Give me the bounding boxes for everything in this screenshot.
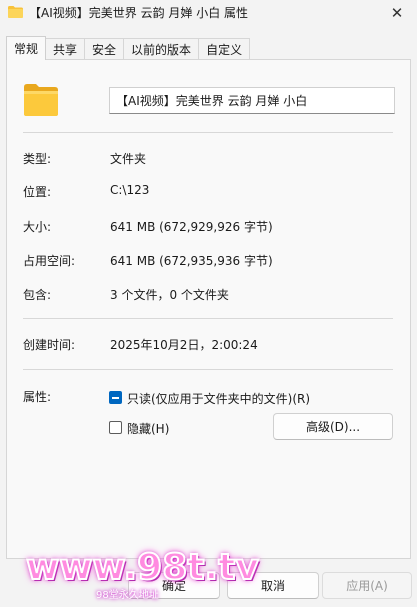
hidden-label[interactable]: 隐藏(H)	[127, 420, 169, 437]
tab-strip: 常规 共享 安全 以前的版本 自定义	[6, 36, 251, 60]
general-panel: 【AI视频】完美世界 云韵 月婵 小白 类型: 文件夹 位置: C:\123 大…	[6, 59, 411, 559]
readonly-label[interactable]: 只读(仅应用于文件夹中的文件)(R)	[127, 390, 310, 407]
folder-large-icon	[24, 84, 58, 116]
watermark-subtext: 98堂永久地址	[96, 590, 159, 601]
attributes-label: 属性:	[23, 390, 52, 404]
disk-size-label: 占用空间:	[23, 254, 76, 268]
tab-sharing[interactable]: 共享	[45, 38, 86, 60]
advanced-button-label: 高级(D)...	[305, 420, 361, 434]
divider	[23, 369, 393, 370]
folder-name-value: 【AI视频】完美世界 云韵 月婵 小白	[116, 94, 308, 108]
apply-button-label: 应用(A)	[346, 579, 388, 593]
tab-security[interactable]: 安全	[84, 38, 125, 60]
created-label: 创建时间:	[23, 338, 76, 352]
hidden-checkbox[interactable]	[109, 421, 122, 434]
advanced-button[interactable]: 高级(D)...	[273, 413, 393, 440]
folder-name-input[interactable]: 【AI视频】完美世界 云韵 月婵 小白	[109, 87, 395, 114]
disk-size-value: 641 MB (672,935,936 字节)	[110, 254, 273, 268]
tab-general[interactable]: 常规	[6, 36, 47, 60]
close-button[interactable]: ✕	[377, 0, 417, 26]
tab-previous-versions[interactable]: 以前的版本	[123, 38, 200, 60]
type-value: 文件夹	[110, 152, 147, 166]
tab-customize[interactable]: 自定义	[198, 38, 251, 60]
location-label: 位置:	[23, 185, 52, 199]
contains-value: 3 个文件，0 个文件夹	[110, 288, 229, 302]
window-title: 【AI视频】完美世界 云韵 月婵 小白 属性	[29, 6, 249, 20]
location-value: C:\123	[110, 183, 150, 197]
cancel-button-label: 取消	[260, 579, 285, 593]
contains-label: 包含:	[23, 288, 52, 302]
folder-icon	[8, 6, 23, 18]
watermark-text: www.98t.tv	[25, 547, 260, 589]
readonly-checkbox[interactable]	[109, 391, 122, 404]
apply-button[interactable]: 应用(A)	[322, 572, 412, 599]
close-icon: ✕	[390, 4, 404, 22]
title-bar: 【AI视频】完美世界 云韵 月婵 小白 属性 ✕	[0, 0, 417, 26]
created-value: 2025年10月2日，2:00:24	[110, 338, 258, 352]
size-label: 大小:	[23, 220, 52, 234]
size-value: 641 MB (672,929,926 字节)	[110, 220, 273, 234]
divider	[23, 318, 393, 319]
type-label: 类型:	[23, 152, 52, 166]
divider	[23, 132, 393, 133]
watermark: www.98t.tv 98堂永久地址	[25, 547, 260, 606]
